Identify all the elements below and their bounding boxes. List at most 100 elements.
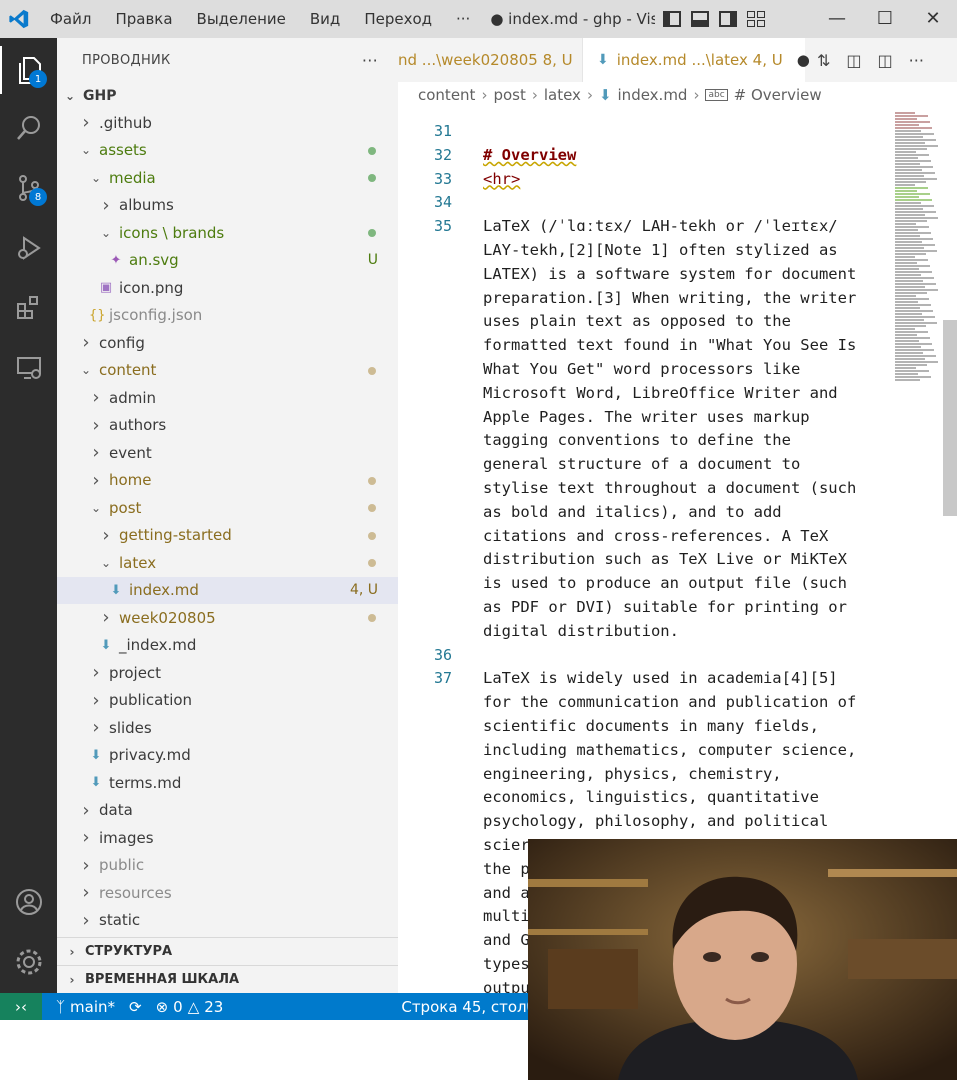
tree-item[interactable]: › home	[57, 467, 398, 494]
menu-selection[interactable]: Выделение	[185, 0, 298, 38]
source-control-icon[interactable]: 8	[0, 164, 57, 212]
tree-item[interactable]: ⌄ latex	[57, 549, 398, 576]
open-preview-icon[interactable]: ◫	[846, 51, 861, 70]
sync-button[interactable]: ⟳	[129, 998, 142, 1016]
tree-item[interactable]: › static	[57, 907, 398, 934]
minimap-line	[895, 172, 935, 174]
tree-item[interactable]: › config	[57, 329, 398, 356]
toggle-secondary-sidebar-icon[interactable]	[719, 11, 738, 27]
toggle-panel-icon[interactable]	[691, 11, 710, 27]
customize-layout-icon[interactable]	[747, 11, 766, 27]
tree-item[interactable]: ✦ an.svg U	[57, 247, 398, 274]
tree-item[interactable]: › event	[57, 439, 398, 466]
account-icon[interactable]	[0, 878, 57, 926]
menu-edit[interactable]: Правка	[103, 0, 184, 38]
remote-indicator-icon[interactable]: ›‹	[0, 993, 42, 1020]
problems-indicator[interactable]: ⊗ 0 △ 23	[156, 998, 224, 1016]
minimap[interactable]	[895, 108, 939, 381]
explorer-icon[interactable]: 1	[0, 46, 57, 94]
breadcrumb-item[interactable]: index.md	[618, 86, 688, 104]
explorer-header: ПРОВОДНИК ···	[57, 38, 398, 82]
breadcrumb-item[interactable]: # Overview	[734, 86, 822, 104]
tree-item[interactable]: › images	[57, 824, 398, 851]
menu-view[interactable]: Вид	[298, 0, 352, 38]
code-line: as PDF or DVI) suitable for printing or	[483, 598, 847, 616]
split-editor-icon[interactable]: ◫	[878, 51, 893, 70]
tree-item[interactable]: ⬇ terms.md	[57, 769, 398, 796]
menu-go[interactable]: Переход	[352, 0, 444, 38]
tree-item[interactable]: {} jsconfig.json	[57, 302, 398, 329]
tree-item-label: media	[109, 168, 156, 187]
minimap-line	[895, 319, 924, 321]
workspace-root[interactable]: ⌄ GHP	[57, 82, 398, 109]
toggle-sidebar-icon[interactable]	[663, 11, 682, 27]
minimize-button[interactable]: —	[813, 0, 861, 38]
minimap-line	[895, 148, 927, 150]
compare-changes-icon[interactable]: ⇅	[817, 51, 830, 70]
tree-item[interactable]: › .github	[57, 109, 398, 136]
tree-item-label: week020805	[119, 608, 216, 627]
tree-item[interactable]: ⌄ media	[57, 164, 398, 191]
tree-item[interactable]: › admin	[57, 384, 398, 411]
search-icon[interactable]	[0, 104, 57, 152]
tab-index-md[interactable]: ⬇ index.md ...\latex 4, U ●	[583, 38, 810, 82]
tree-item[interactable]: ▣ icon.png	[57, 274, 398, 301]
tree-item[interactable]: › week020805	[57, 604, 398, 631]
minimap-line	[895, 193, 930, 195]
breadcrumb-item[interactable]: post	[493, 86, 525, 104]
close-button[interactable]: ✕	[909, 0, 957, 38]
tab-week020805[interactable]: nd ...\week020805 8, U	[398, 38, 583, 82]
line-number: 34	[433, 193, 452, 212]
tree-item[interactable]: ⬇ privacy.md	[57, 742, 398, 769]
minimap-line	[895, 367, 916, 369]
tree-item[interactable]: › data	[57, 797, 398, 824]
minimap-line	[895, 298, 929, 300]
minimap-line	[895, 202, 921, 204]
tree-item[interactable]: ⌄ content	[57, 357, 398, 384]
tree-item[interactable]: › publication	[57, 687, 398, 714]
tree-item[interactable]: ⌄ icons \ brands	[57, 219, 398, 246]
minimap-line	[895, 316, 935, 318]
remote-explorer-icon[interactable]	[0, 344, 57, 392]
tree-item[interactable]: › slides	[57, 714, 398, 741]
explorer-more-button[interactable]: ···	[362, 51, 378, 70]
outline-section[interactable]: › СТРУКТУРА	[57, 937, 398, 965]
tree-item[interactable]: › public	[57, 852, 398, 879]
minimap-line	[895, 292, 927, 294]
tree-item[interactable]: › project	[57, 659, 398, 686]
tree-item[interactable]: › albums	[57, 192, 398, 219]
tree-item[interactable]: ⬇ _index.md	[57, 632, 398, 659]
breadcrumb-item[interactable]: content	[418, 86, 475, 104]
timeline-section[interactable]: › ВРЕМЕННАЯ ШКАЛА	[57, 965, 398, 993]
minimap-line	[895, 346, 921, 348]
maximize-button[interactable]: ☐	[861, 0, 909, 38]
tree-item[interactable]: ⬇ index.md 4, U	[57, 576, 398, 604]
extensions-icon[interactable]	[0, 284, 57, 332]
menu-more[interactable]: ···	[444, 0, 482, 38]
tree-item[interactable]: ⌄ post	[57, 494, 398, 521]
cursor-position[interactable]: Строка 45, столб	[401, 998, 536, 1016]
branch-indicator[interactable]: ᛉ main*	[56, 998, 115, 1016]
run-debug-icon[interactable]	[0, 224, 57, 272]
chevron-right-icon: ›	[531, 86, 538, 104]
tree-item[interactable]: › authors	[57, 412, 398, 439]
sync-icon: ⟳	[129, 997, 142, 1016]
markdown-file-icon: ⬇	[110, 582, 122, 598]
minimap-line	[895, 313, 922, 315]
tree-item[interactable]: › getting-started	[57, 522, 398, 549]
chevron-down-icon: ⌄	[90, 170, 102, 185]
chevron-right-icon: ›	[82, 882, 90, 903]
tree-item-label: .github	[99, 113, 152, 132]
more-actions-button[interactable]: ···	[909, 51, 924, 70]
minimap-line	[895, 238, 933, 240]
tree-item-label: privacy.md	[109, 746, 191, 764]
tree-item[interactable]: › resources	[57, 879, 398, 906]
unsaved-dot-icon[interactable]: ●	[797, 51, 810, 69]
menu-file[interactable]: Файл	[38, 0, 103, 38]
settings-gear-icon[interactable]	[0, 938, 57, 986]
breadcrumb-item[interactable]: latex	[544, 86, 581, 104]
explorer-badge: 1	[29, 70, 47, 88]
tree-item[interactable]: ⌄ assets	[57, 137, 398, 164]
tree-item-label: _index.md	[119, 636, 197, 654]
vertical-scrollbar[interactable]	[943, 320, 957, 516]
